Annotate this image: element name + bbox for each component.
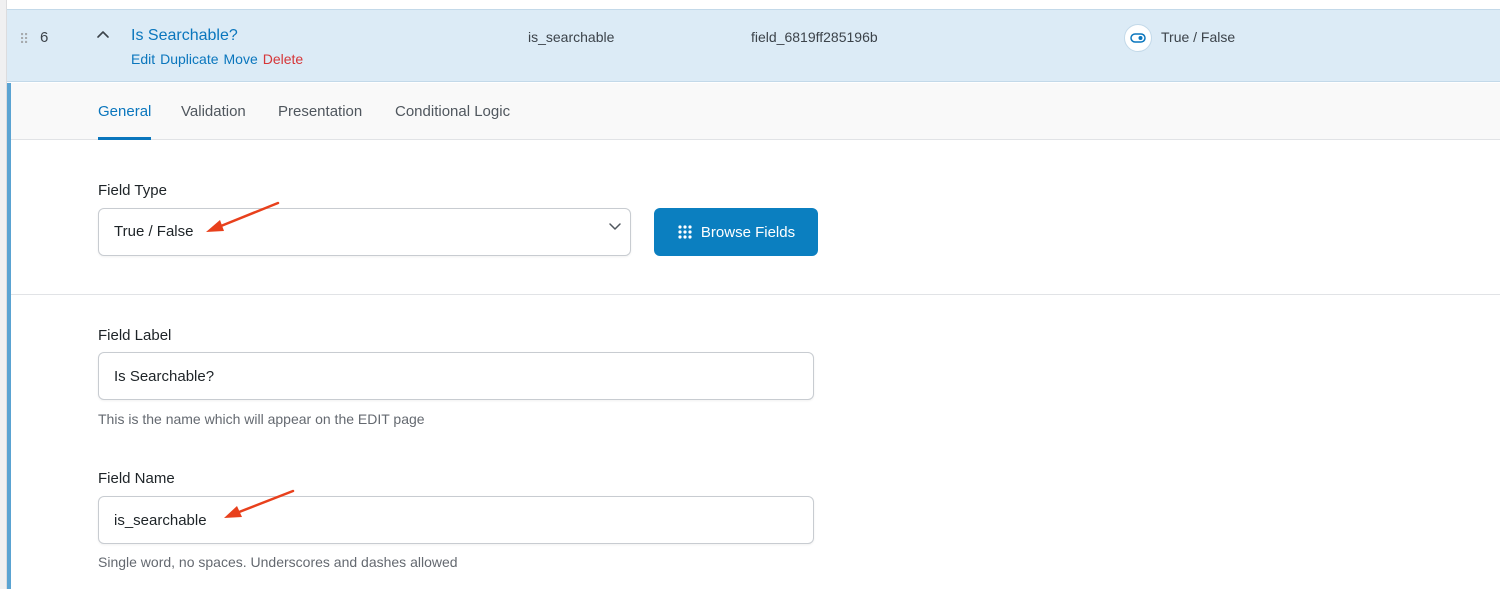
field-name-column: is_searchable xyxy=(528,29,615,45)
chevron-up-icon[interactable] xyxy=(94,25,112,43)
field-title-link[interactable]: Is Searchable? xyxy=(131,27,238,45)
field-settings: General Validation Presentation Conditio… xyxy=(7,83,1500,589)
field-label-hint: This is the name which will appear on th… xyxy=(98,411,425,427)
field-type-column: True / False xyxy=(1161,29,1236,45)
chevron-down-icon xyxy=(609,223,621,230)
tab-conditional-logic[interactable]: Conditional Logic xyxy=(395,103,510,120)
section-divider xyxy=(11,294,1500,295)
field-editor-panel: ⠿ 6 Is Searchable? Edit Duplicate Move Dele… xyxy=(6,0,1500,589)
field-name-input[interactable] xyxy=(98,496,814,544)
field-row[interactable]: ⠿ 6 Is Searchable? Edit Duplicate Move Dele… xyxy=(7,10,1500,82)
tab-validation[interactable]: Validation xyxy=(181,103,246,120)
field-type-selected-value: True / False xyxy=(114,223,194,240)
browse-fields-button[interactable]: Browse Fields xyxy=(654,208,818,256)
drag-handle-icon[interactable]: ⠿ xyxy=(19,31,29,48)
field-label-input[interactable] xyxy=(98,352,814,400)
row-actions: Edit Duplicate Move Delete xyxy=(131,51,308,67)
field-label-heading: Field Label xyxy=(98,327,172,344)
edit-link[interactable]: Edit xyxy=(131,51,155,67)
delete-link[interactable]: Delete xyxy=(263,51,303,67)
tab-general[interactable]: General xyxy=(98,103,152,140)
duplicate-link[interactable]: Duplicate xyxy=(160,51,218,67)
toggle-icon xyxy=(1124,24,1152,52)
settings-tabs: General Validation Presentation Conditio… xyxy=(11,83,1500,140)
field-name-hint: Single word, no spaces. Underscores and … xyxy=(98,554,458,570)
tab-presentation[interactable]: Presentation xyxy=(278,103,362,120)
field-name-heading: Field Name xyxy=(98,470,175,487)
move-link[interactable]: Move xyxy=(224,51,258,67)
field-order-number: 6 xyxy=(40,29,49,46)
field-key-column: field_6819ff285196b xyxy=(751,29,878,45)
field-type-label: Field Type xyxy=(98,182,167,199)
field-type-select[interactable]: True / False xyxy=(98,208,631,256)
browse-fields-label: Browse Fields xyxy=(700,223,796,241)
grid-dots-icon xyxy=(678,225,692,239)
top-strip xyxy=(7,0,1500,10)
